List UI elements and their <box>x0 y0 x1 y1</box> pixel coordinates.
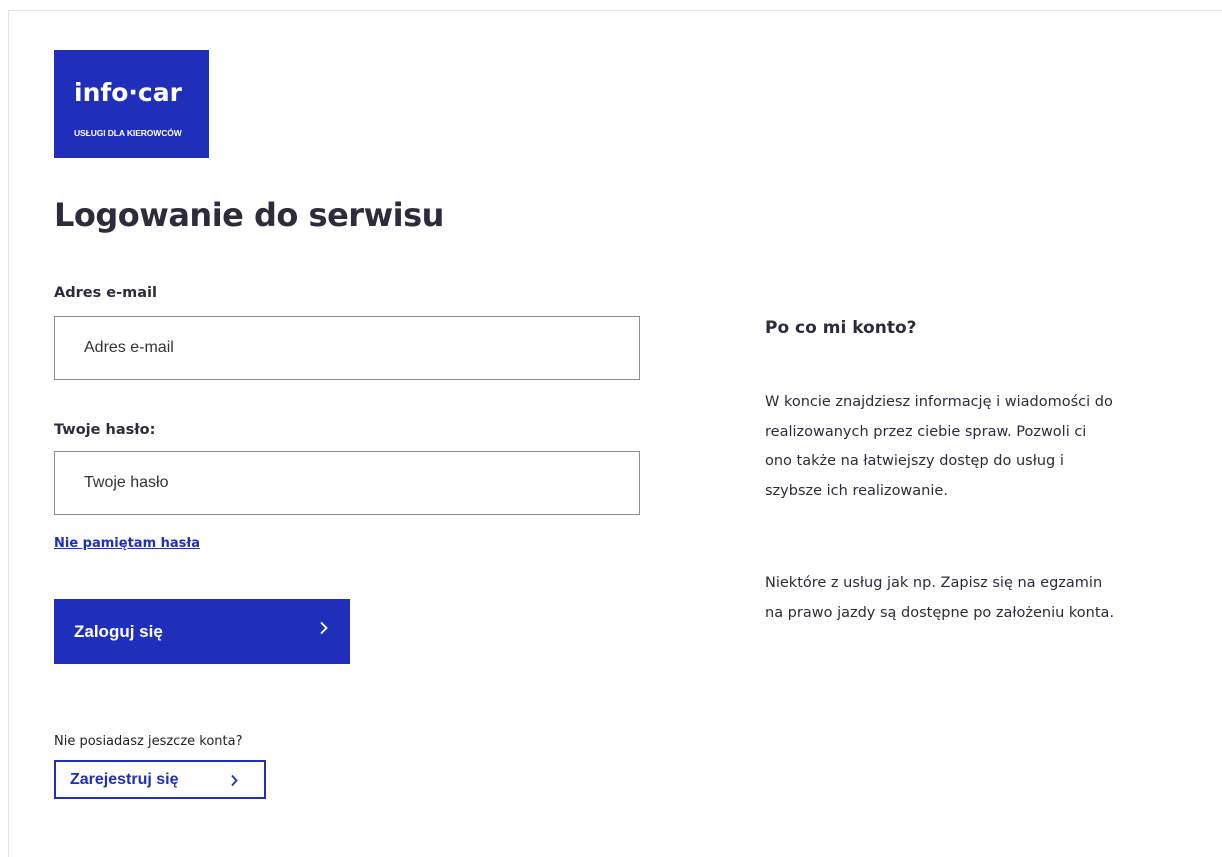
email-label: Adres e-mail <box>54 285 157 301</box>
account-info-paragraph: W koncie znajdziesz informację i wiadomo… <box>765 394 1113 499</box>
account-info-title: Po co mi konto? <box>765 318 917 338</box>
info-car-logo[interactable]: info·car USŁUGI DLA KIEROWCÓW <box>54 50 209 158</box>
email-field[interactable] <box>54 316 640 380</box>
password-label: Twoje hasło: <box>54 422 156 438</box>
password-field[interactable] <box>54 451 640 515</box>
account-info-paragraph: Niektóre z usług jak np. Zapisz się na e… <box>765 575 1115 621</box>
register-button-label: Zarejestruj się <box>70 771 179 788</box>
register-button[interactable]: Zarejestruj się <box>54 760 266 799</box>
login-button[interactable]: Zaloguj się <box>54 599 350 664</box>
logo-wordmark: info·car <box>74 78 182 107</box>
login-button-label: Zaloguj się <box>74 622 163 641</box>
page-title: Logowanie do serwisu <box>54 196 444 234</box>
chevron-right-icon <box>231 774 238 787</box>
logo-subtitle: USŁUGI DLA KIEROWCÓW <box>74 128 182 138</box>
forgot-password-link[interactable]: Nie pamiętam hasła <box>54 535 200 553</box>
no-account-text: Nie posiadasz jeszcze konta? <box>54 734 243 749</box>
chevron-right-icon <box>320 621 328 635</box>
